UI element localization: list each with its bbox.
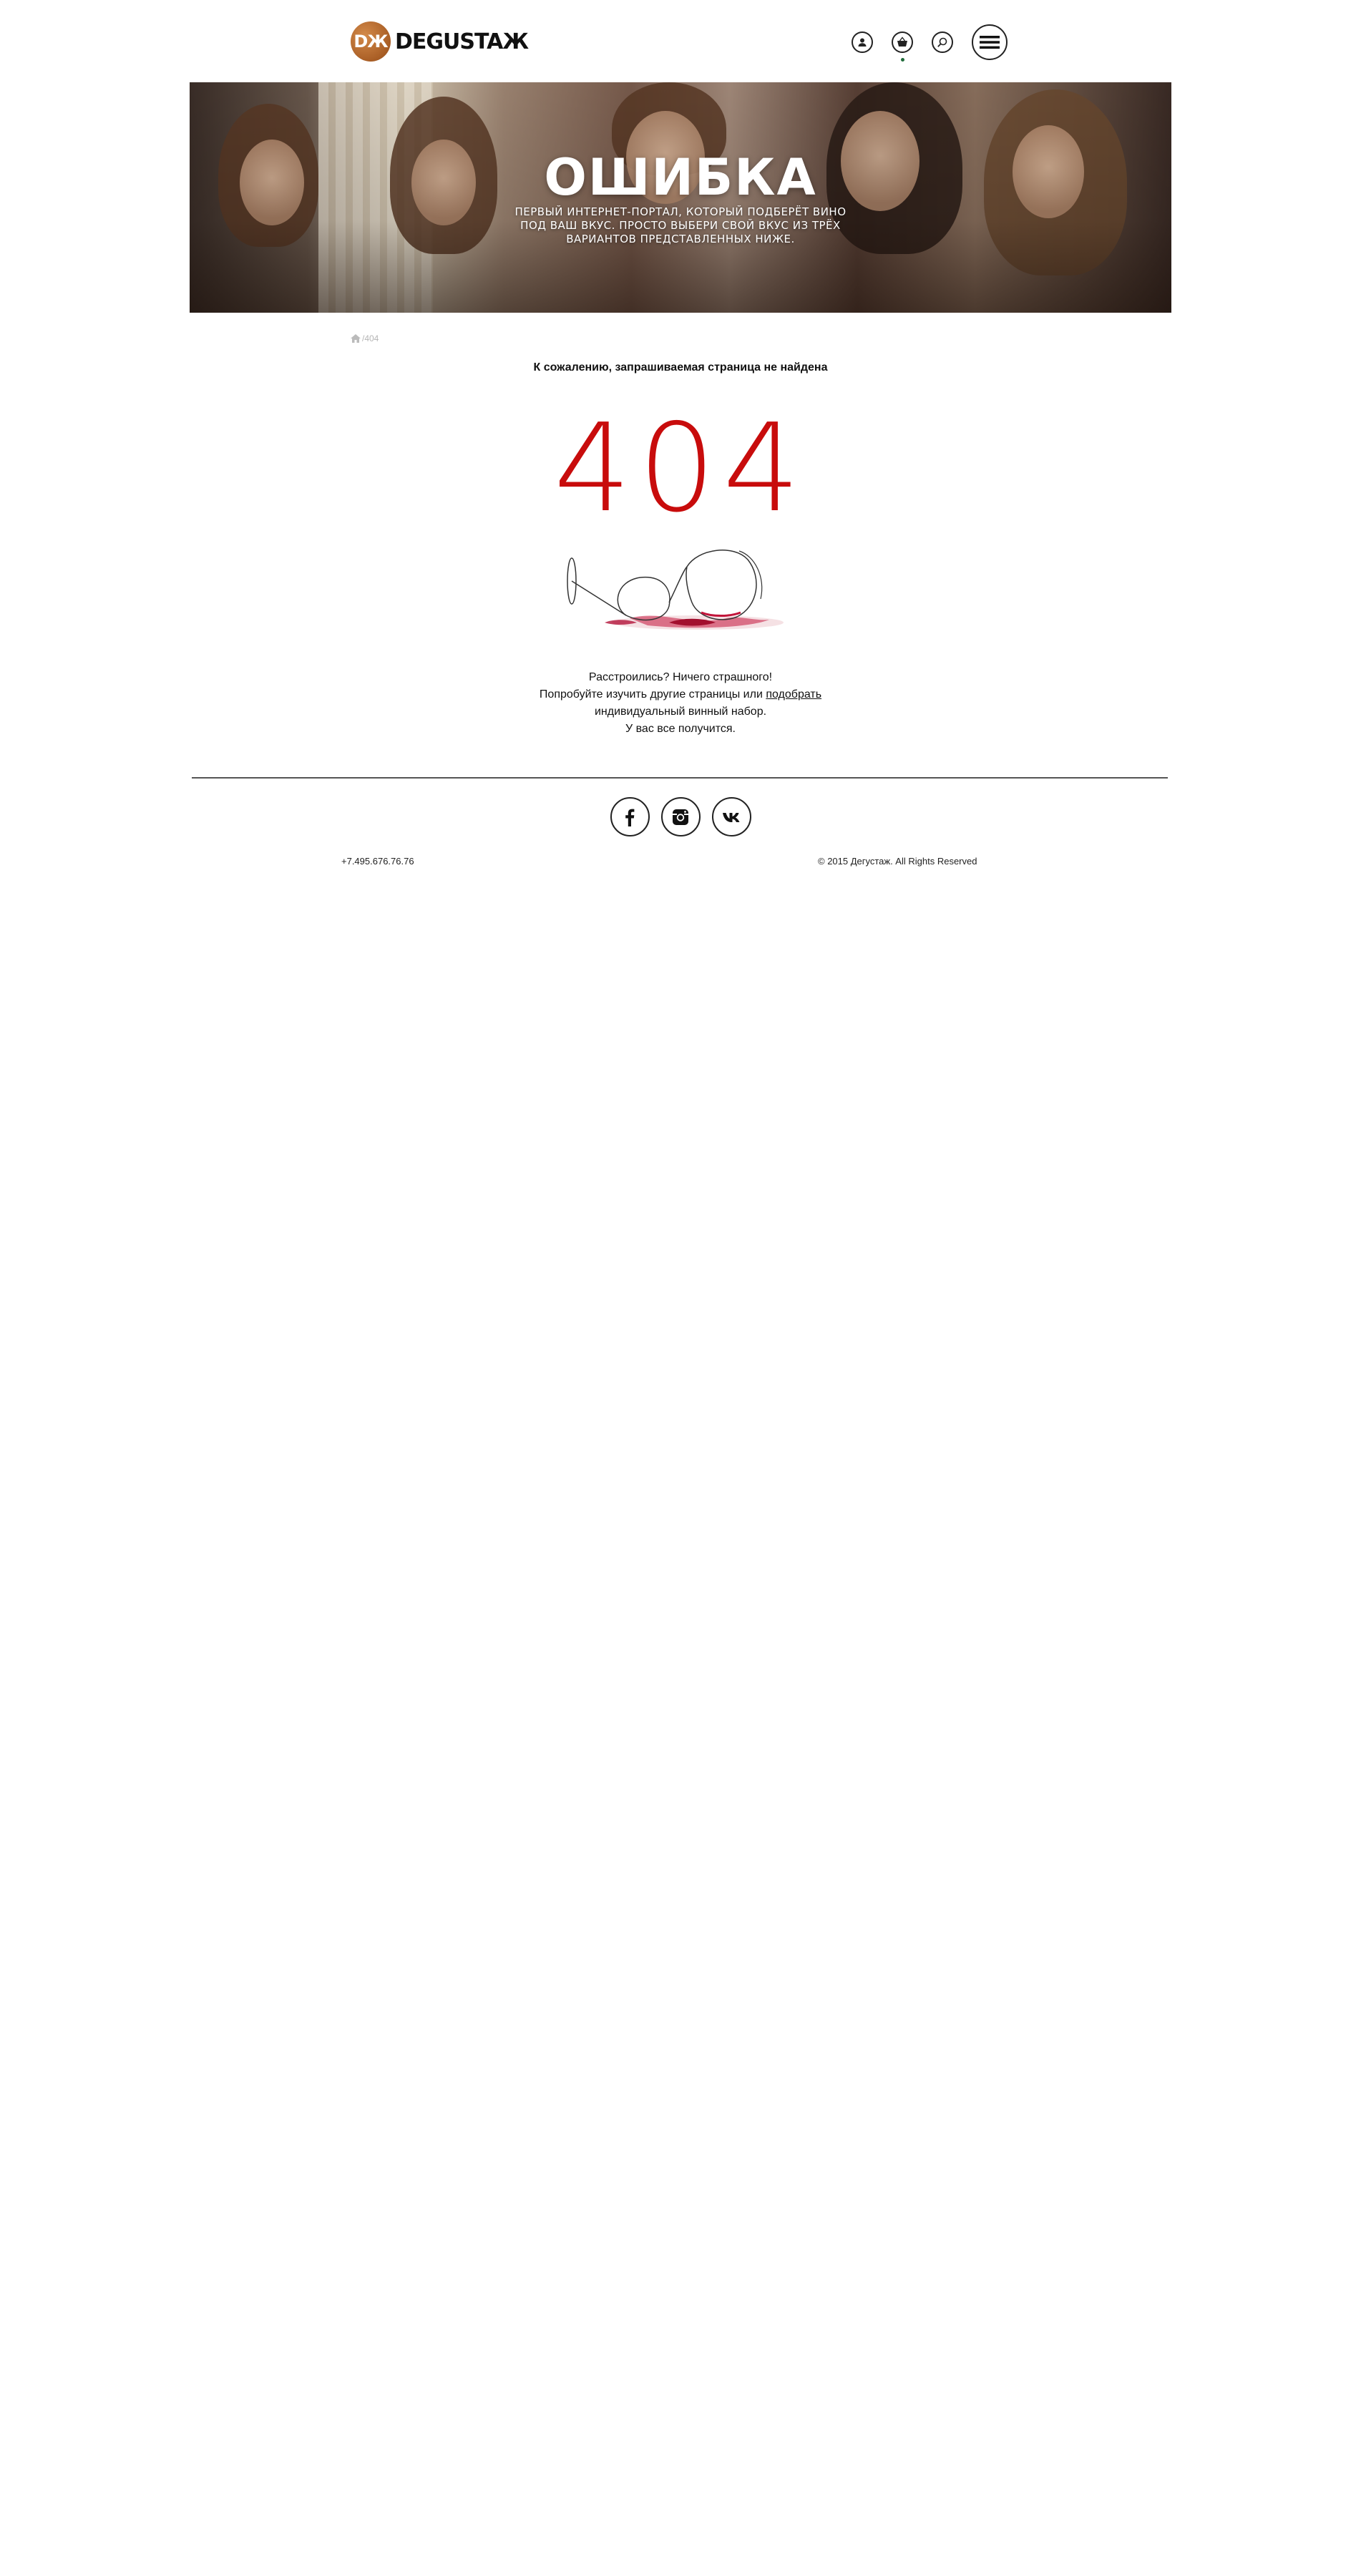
header-icons [852,24,1008,62]
facebook-icon[interactable] [610,797,650,836]
consolation-message: Расстроились? Ничего страшного! Попробуй… [539,671,822,735]
pick-wine-link[interactable]: подобрать [766,688,821,701]
home-icon[interactable] [351,334,361,343]
search-icon[interactable] [932,31,953,53]
logo-text: DEGUSTAЖ [395,29,529,54]
logo-badge: DЖ [351,21,391,62]
user-icon[interactable] [852,31,873,53]
hero-banner: ОШИБКА ПЕРВЫЙ ИНТЕРНЕТ-ПОРТАЛ, КОТОРЫЙ П… [190,82,1171,313]
spilled-wine-glasses-illustration [567,550,784,630]
cart-icon[interactable] [892,31,913,62]
footer-divider [192,777,1168,779]
menu-icon[interactable] [972,24,1008,60]
not-found-notice: К сожалению, запрашиваемая страница не н… [533,361,828,374]
vk-icon[interactable] [711,797,751,836]
site-logo[interactable]: DЖ DEGUSTAЖ [351,21,529,62]
footer-phone[interactable]: +7.495.676.76.76 [341,856,414,867]
hero-subtitle: ПЕРВЫЙ ИНТЕРНЕТ-ПОРТАЛ, КОТОРЫЙ ПОДБЕРЁТ… [514,205,847,245]
hero-title: ОШИБКА [544,148,817,207]
breadcrumb: /404 [351,333,379,343]
instagram-icon[interactable] [660,797,701,836]
social-links [0,797,1361,836]
breadcrumb-current: /404 [362,333,379,343]
footer-copyright: © 2015 Дегустаж. All Rights Reserved [818,856,977,867]
error-code: 404 [553,398,808,540]
